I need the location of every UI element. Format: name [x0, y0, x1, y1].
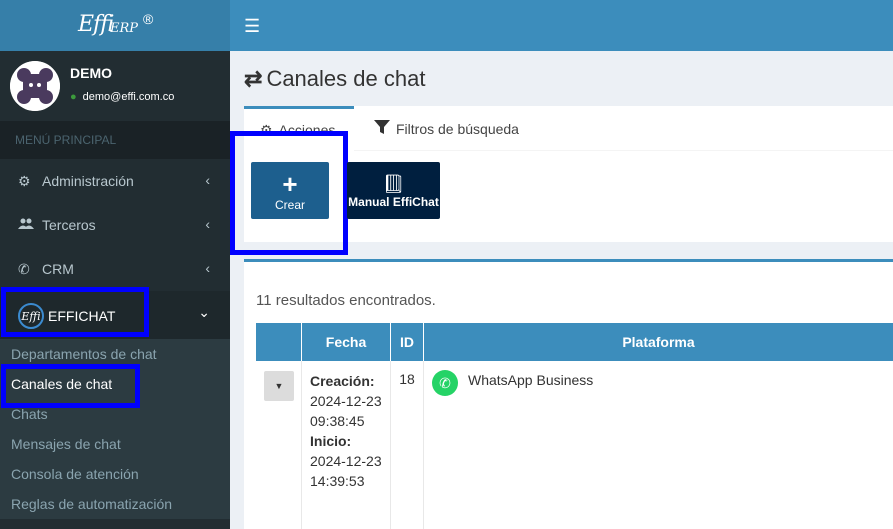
submenu-item-reglas[interactable]: Reglas de automatización — [0, 489, 230, 519]
column-header-plataforma[interactable]: Plataforma — [424, 323, 893, 361]
table-row: ▼ Creación: 2024-12-23 09:38:45 Inicio: … — [256, 361, 893, 529]
filter-icon — [374, 105, 390, 153]
submenu-item-departamentos[interactable]: Departamentos de chat — [0, 339, 230, 369]
column-header-id[interactable]: ID — [391, 323, 424, 361]
user-email: demo@effi.com.co — [82, 91, 175, 103]
sidebar-item-label: EFFICHAT — [48, 308, 116, 324]
logo-sub-text: ERP — [110, 21, 139, 36]
sidebar-item-label: Terceros — [42, 217, 96, 233]
user-email-row: ● demo@effi.com.co — [70, 91, 174, 103]
creacion-label: Creación: — [310, 373, 375, 389]
results-table: Fecha ID Plataforma ▼ Creación: 2024-12-… — [256, 323, 893, 529]
gears-icon: ⚙ — [18, 172, 31, 189]
plus-icon: + — [282, 169, 298, 199]
expand-cell: ▼ — [256, 361, 302, 529]
top-navbar: ☰ — [230, 0, 893, 51]
sidebar-item-administracion[interactable]: ⚙ Administración ‹ — [0, 159, 230, 203]
tab-label: Acciones — [278, 122, 336, 138]
whatsapp-icon: ✆ — [432, 370, 458, 396]
swap-arrows-icon: ⇄ — [244, 66, 263, 91]
submenu-item-chats[interactable]: Chats — [0, 399, 230, 429]
phone-icon: ✆ — [18, 260, 30, 277]
submenu-item-consola[interactable]: Consola de atención — [0, 459, 230, 489]
users-icon — [18, 217, 38, 233]
avatar — [10, 61, 60, 111]
manual-effichat-button[interactable]: 📕︎ Manual EffiChat — [347, 162, 440, 219]
id-cell: 18 — [391, 361, 424, 529]
user-status-icon: ● — [70, 91, 77, 103]
sidebar-item-label: Administración — [42, 173, 134, 189]
sidebar: Effi ERP ® DEMO ● demo@effi.com.co MENÚ … — [0, 0, 230, 529]
crear-label: Crear — [274, 198, 305, 212]
creacion-time: 09:38:45 — [310, 413, 365, 429]
effichat-submenu: Departamentos de chat Canales de chat Ch… — [0, 339, 230, 519]
gear-icon: ⚙ — [260, 122, 273, 138]
chevron-left-icon: ‹ — [205, 260, 210, 276]
column-header-expand — [256, 323, 302, 361]
brand-logo[interactable]: Effi ERP ® — [0, 0, 230, 51]
fecha-cell: Creación: 2024-12-23 09:38:45 Inicio: 20… — [302, 361, 391, 529]
sidebar-item-crm[interactable]: ✆ CRM ‹ — [0, 247, 230, 291]
user-name: DEMO — [70, 65, 112, 81]
plataforma-cell: ✆ WhatsApp Business — [424, 361, 893, 529]
logo-main-text: Effi — [78, 12, 114, 37]
sidebar-item-label: CRM — [42, 261, 74, 277]
submenu-item-mensajes[interactable]: Mensajes de chat — [0, 429, 230, 459]
book-icon: 📕︎ — [382, 174, 405, 194]
tab-acciones[interactable]: ⚙ Acciones — [244, 106, 354, 151]
inicio-time: 14:39:53 — [310, 473, 365, 489]
logo-registered-mark: ® — [143, 11, 154, 27]
chevron-left-icon: ‹ — [205, 172, 210, 188]
hamburger-menu-icon[interactable]: ☰ — [244, 16, 260, 37]
page-title: ⇄ Canales de chat — [244, 66, 425, 92]
chevron-left-icon: ‹ — [205, 216, 210, 232]
crear-button[interactable]: + Crear — [251, 162, 329, 219]
inicio-label: Inicio: — [310, 433, 352, 449]
manual-label: Manual EffiChat — [348, 195, 439, 209]
inicio-date: 2024-12-23 — [310, 453, 382, 469]
submenu-item-canales[interactable]: Canales de chat — [0, 369, 230, 399]
tab-label: Filtros de búsqueda — [396, 120, 519, 137]
sidebar-item-terceros[interactable]: Terceros ‹ — [0, 203, 230, 247]
actions-panel: ⚙ Acciones Filtros de búsqueda — [244, 106, 893, 242]
table-header: Fecha ID Plataforma — [256, 323, 893, 361]
menu-header: MENÚ PRINCIPAL — [0, 121, 230, 159]
results-panel: 11 resultados encontrados. Fecha ID Plat… — [244, 259, 893, 529]
user-panel: DEMO ● demo@effi.com.co — [0, 51, 230, 121]
plataforma-name: WhatsApp Business — [468, 372, 594, 388]
expand-row-button[interactable]: ▼ — [264, 371, 294, 401]
results-count: 11 resultados encontrados. — [256, 292, 436, 309]
tab-bar: ⚙ Acciones Filtros de búsqueda — [244, 106, 893, 151]
sidebar-item-effichat[interactable]: Effi EFFICHAT ⌄ — [0, 291, 230, 341]
tab-filtros[interactable]: Filtros de búsqueda — [358, 106, 535, 151]
effichat-logo-icon: Effi — [18, 303, 44, 329]
column-header-fecha[interactable]: Fecha — [302, 323, 391, 361]
chevron-down-icon: ⌄ — [198, 304, 210, 320]
creacion-date: 2024-12-23 — [310, 393, 382, 409]
page-title-text: Canales de chat — [266, 66, 426, 91]
